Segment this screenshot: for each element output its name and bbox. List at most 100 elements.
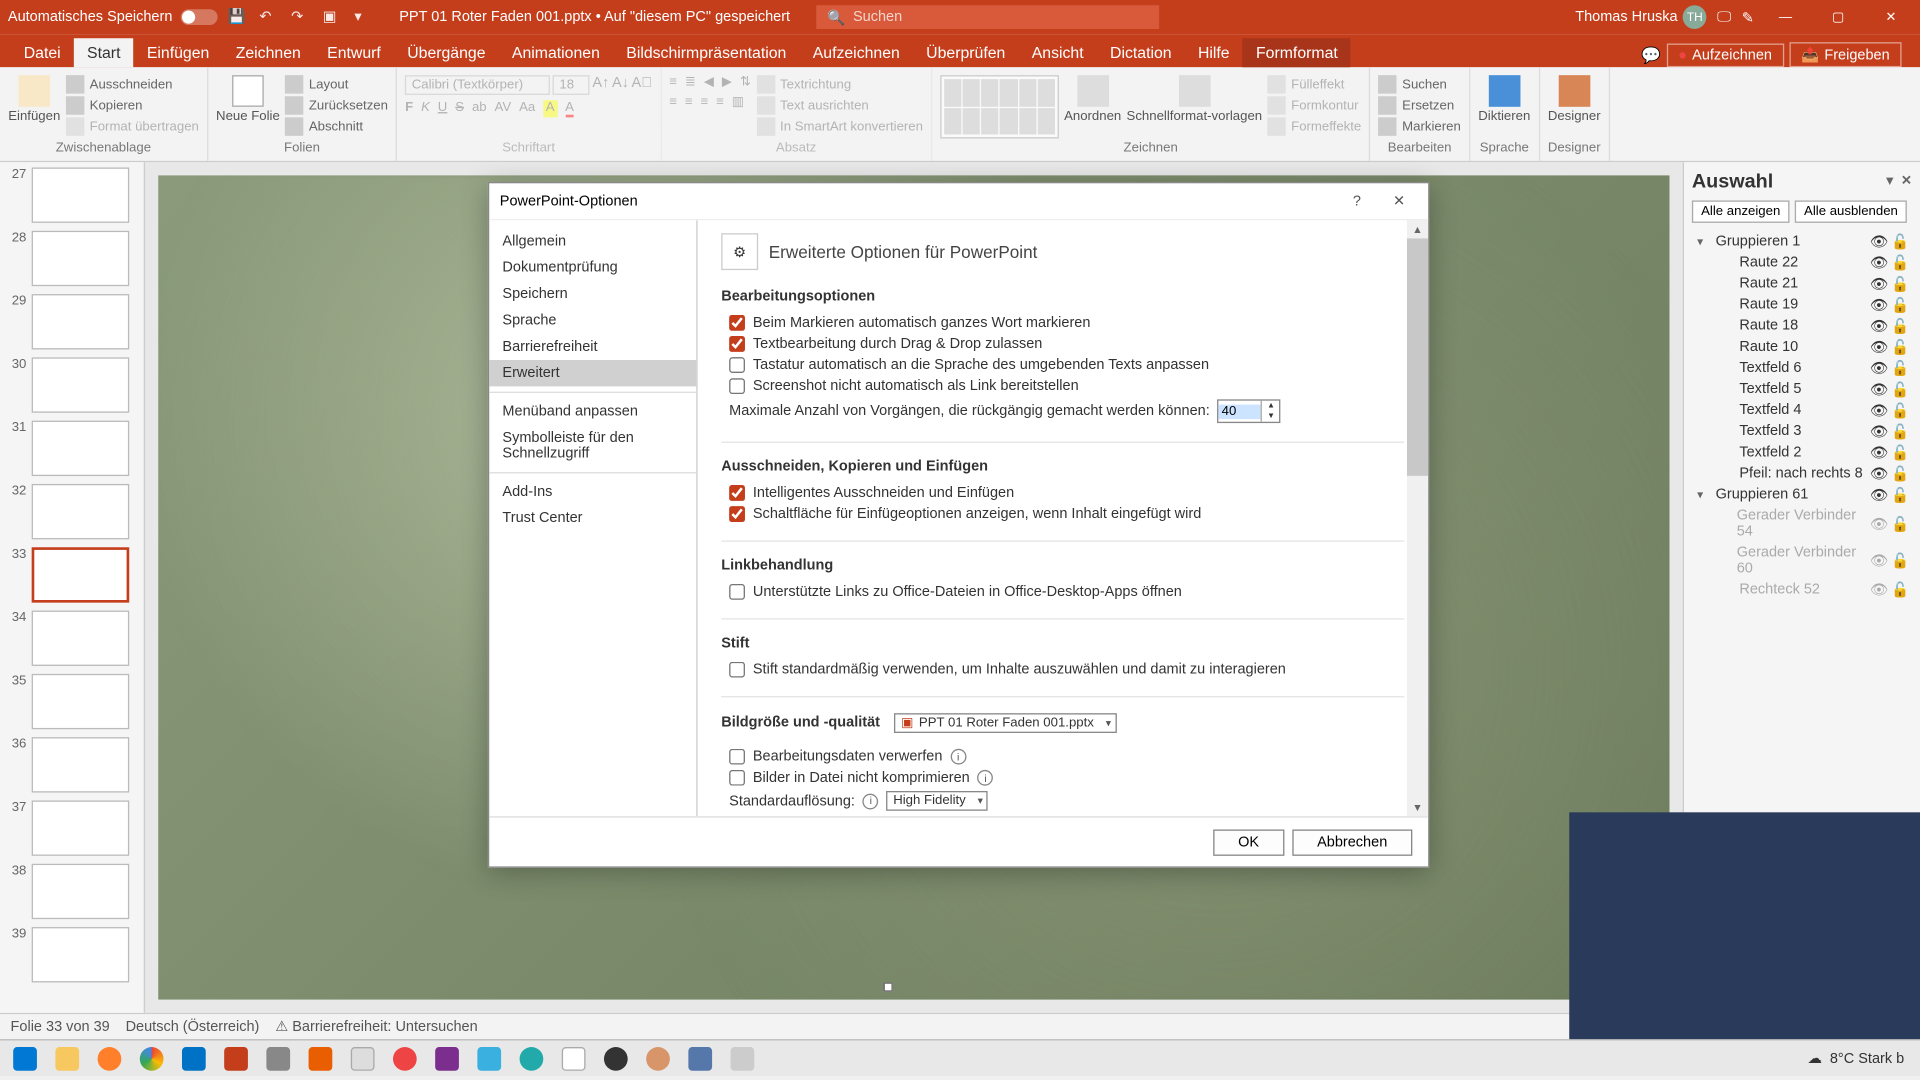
nav-dokument[interactable]: Dokumentprüfung — [489, 255, 696, 281]
more-icon[interactable]: ▾ — [354, 8, 372, 26]
tab-zeichnen[interactable]: Zeichnen — [223, 38, 314, 67]
resolution-combo[interactable]: High Fidelity — [887, 791, 989, 811]
cb-pen-select[interactable] — [729, 662, 745, 678]
align-right-icon[interactable]: ≡ — [700, 95, 708, 110]
comments-icon[interactable]: 💬 — [1641, 45, 1661, 63]
clear-format-icon[interactable]: A⃠ — [632, 75, 653, 95]
scroll-thumb[interactable] — [1407, 239, 1428, 476]
selection-item[interactable]: ▾Gruppieren 1👁🔓 — [1692, 231, 1912, 252]
replace-button[interactable]: Ersetzen — [1378, 96, 1460, 114]
search-box[interactable]: 🔍 Suchen — [816, 5, 1159, 29]
lock-icon[interactable]: 🔓 — [1891, 360, 1907, 376]
thumbnail-preview[interactable] — [32, 231, 130, 286]
linespacing-icon[interactable]: ⇅ — [740, 75, 751, 90]
chevron-down-icon[interactable]: ▾ — [1697, 234, 1710, 249]
nav-trust[interactable]: Trust Center — [489, 505, 696, 531]
thumbnail[interactable]: 31 — [5, 421, 138, 476]
thumbnail-preview[interactable] — [32, 611, 130, 666]
smartart-button[interactable]: In SmartArt konvertieren — [756, 117, 923, 135]
selection-item[interactable]: Textfeld 3👁🔓 — [1692, 421, 1912, 442]
lock-icon[interactable]: 🔓 — [1891, 255, 1907, 271]
thumbnail-preview[interactable] — [32, 864, 130, 919]
obs-icon[interactable] — [596, 1042, 636, 1074]
tab-datei[interactable]: Datei — [11, 38, 74, 67]
thumbnail-preview[interactable] — [32, 800, 130, 855]
strike-button[interactable]: S — [455, 100, 464, 117]
pane-close-icon[interactable]: ✕ — [1901, 174, 1912, 189]
thumbnail-preview[interactable] — [32, 357, 130, 412]
thumbnail-preview[interactable] — [32, 484, 130, 539]
shape-outline-button[interactable]: Formkontur — [1267, 96, 1361, 114]
numbering-icon[interactable]: ≣ — [685, 75, 696, 90]
tab-aufzeichnen[interactable]: Aufzeichnen — [800, 38, 913, 67]
align-text-button[interactable]: Text ausrichten — [756, 96, 923, 114]
arrange-button[interactable]: Anordnen — [1064, 75, 1121, 124]
visibility-icon[interactable]: 👁 — [1870, 255, 1886, 271]
shadow-button[interactable]: ab — [472, 100, 487, 117]
visibility-icon[interactable]: 👁 — [1870, 297, 1886, 313]
tab-entwurf[interactable]: Entwurf — [314, 38, 394, 67]
indent-inc-icon[interactable]: ▶ — [722, 75, 732, 90]
selection-item[interactable]: Raute 18👁🔓 — [1692, 315, 1912, 336]
thumbnail-preview[interactable] — [32, 167, 130, 222]
lock-icon[interactable]: 🔓 — [1891, 466, 1907, 482]
format-painter-button[interactable]: Format übertragen — [66, 117, 199, 135]
show-all-button[interactable]: Alle anzeigen — [1692, 200, 1790, 222]
thumbnail[interactable]: 30 — [5, 357, 138, 412]
undo-count-spinner[interactable]: ▲▼ — [1218, 400, 1281, 424]
lock-icon[interactable]: 🔓 — [1891, 582, 1907, 598]
lock-icon[interactable]: 🔓 — [1891, 423, 1907, 439]
tab-bildschirm[interactable]: Bildschirmpräsentation — [613, 38, 799, 67]
visibility-icon[interactable]: 👁 — [1870, 381, 1886, 397]
nav-menueband[interactable]: Menüband anpassen — [489, 398, 696, 424]
redo-icon[interactable]: ↷ — [291, 8, 309, 26]
thumbnail[interactable]: 39 — [5, 927, 138, 982]
hide-all-button[interactable]: Alle ausblenden — [1795, 200, 1907, 222]
weather-icon[interactable]: ☁ — [1807, 1050, 1822, 1067]
selection-item[interactable]: Pfeil: nach rechts 8👁🔓 — [1692, 463, 1912, 484]
visibility-icon[interactable]: 👁 — [1870, 582, 1886, 598]
reset-button[interactable]: Zurücksetzen — [285, 96, 388, 114]
quick-styles-button[interactable]: Schnellformat-vorlagen — [1127, 75, 1263, 124]
visibility-icon[interactable]: 👁 — [1870, 553, 1886, 569]
dialog-close-button[interactable]: ✕ — [1381, 187, 1418, 216]
nav-symbol[interactable]: Symbolleiste für den Schnellzugriff — [489, 425, 696, 467]
pane-dropdown-icon[interactable]: ▾ — [1887, 174, 1894, 189]
font-size-combo[interactable]: 18 — [553, 75, 590, 95]
app-icon[interactable] — [343, 1042, 383, 1074]
visibility-icon[interactable]: 👁 — [1870, 487, 1886, 503]
ok-button[interactable]: OK — [1213, 829, 1284, 855]
lock-icon[interactable]: 🔓 — [1891, 318, 1907, 334]
save-icon[interactable]: 💾 — [228, 8, 246, 26]
tab-start[interactable]: Start — [74, 38, 134, 67]
thumbnail[interactable]: 34 — [5, 611, 138, 666]
nav-speichern[interactable]: Speichern — [489, 281, 696, 307]
shapes-gallery[interactable] — [940, 75, 1059, 138]
thumbnail[interactable]: 38 — [5, 864, 138, 919]
cb-discard-edit[interactable] — [729, 749, 745, 765]
cb-paste-options[interactable] — [729, 506, 745, 522]
dialog-scrollbar[interactable]: ▲ ▼ — [1407, 220, 1428, 816]
lock-icon[interactable]: 🔓 — [1891, 381, 1907, 397]
selection-item[interactable]: Textfeld 5👁🔓 — [1692, 378, 1912, 399]
align-center-icon[interactable]: ≡ — [685, 95, 693, 110]
tab-ueberpruefen[interactable]: Überprüfen — [913, 38, 1019, 67]
tab-ansicht[interactable]: Ansicht — [1019, 38, 1097, 67]
highlight-button[interactable]: A — [543, 100, 557, 117]
thumbnail-preview[interactable] — [32, 674, 130, 729]
app-icon[interactable] — [723, 1042, 763, 1074]
selection-item[interactable]: Textfeld 2👁🔓 — [1692, 442, 1912, 463]
app-icon[interactable] — [469, 1042, 509, 1074]
italic-button[interactable]: K — [421, 100, 430, 117]
selection-item[interactable]: Textfeld 6👁🔓 — [1692, 357, 1912, 378]
info-icon[interactable]: i — [978, 770, 994, 786]
layout-button[interactable]: Layout — [285, 75, 388, 93]
info-icon[interactable]: i — [863, 793, 879, 809]
lock-icon[interactable]: 🔓 — [1891, 402, 1907, 418]
cancel-button[interactable]: Abbrechen — [1292, 829, 1412, 855]
thumbnail[interactable]: 27 — [5, 167, 138, 222]
language-status[interactable]: Deutsch (Österreich) — [126, 1019, 260, 1035]
app-icon[interactable] — [680, 1042, 720, 1074]
cut-button[interactable]: Ausschneiden — [66, 75, 199, 93]
designer-button[interactable]: Designer — [1548, 75, 1601, 124]
